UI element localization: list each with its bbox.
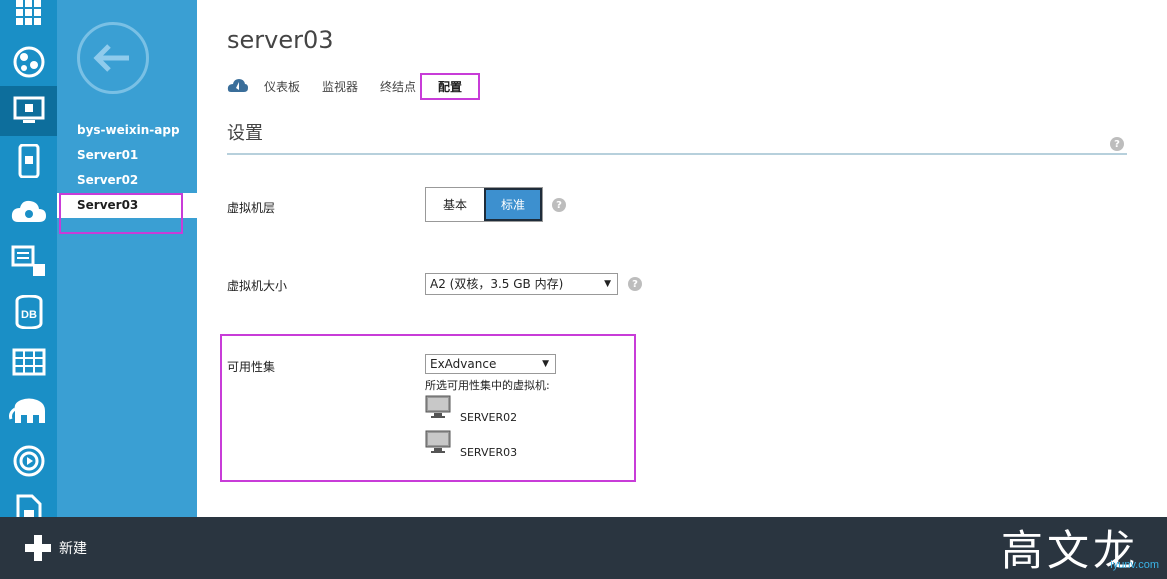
subnav-item-bys-weixin-app[interactable]: bys-weixin-app: [57, 118, 197, 143]
tab-monitor[interactable]: 监视器: [322, 78, 358, 95]
subnav-item-server02[interactable]: Server02: [57, 168, 197, 193]
grid-icon[interactable]: [0, 0, 57, 38]
mobile-services-icon[interactable]: [0, 136, 57, 186]
help-icon[interactable]: ?: [1110, 137, 1124, 151]
cloud-services-icon[interactable]: [0, 186, 57, 236]
vm-list-item: [425, 395, 451, 419]
document-icon[interactable]: [0, 486, 57, 517]
subnav-item-server01[interactable]: Server01: [57, 143, 197, 168]
availability-set-value: ExAdvance: [430, 357, 497, 371]
watermark-url: iyunv.com: [1110, 559, 1159, 571]
cloud-service-icon: [227, 78, 249, 94]
plus-icon: [25, 535, 51, 561]
svg-text:DB: DB: [21, 309, 37, 321]
vm-size-value: A2 (双核，3.5 GB 内存): [430, 277, 564, 291]
web-sites-icon[interactable]: [0, 37, 57, 87]
tier-basic-button[interactable]: 基本: [426, 188, 484, 221]
batch-icon[interactable]: [0, 236, 57, 286]
dropdown-arrow-icon: ▼: [542, 359, 549, 369]
vm-list-item: [425, 430, 451, 454]
left-icon-rail: DB: [0, 0, 57, 517]
sub-navigation: bys-weixin-app Server01 Server02 Server0…: [57, 0, 197, 517]
tier-standard-button[interactable]: 标准: [484, 188, 542, 221]
vm-name: SERVER03: [460, 446, 518, 459]
monitor-icon: [425, 430, 451, 453]
section-title: 设置: [227, 123, 263, 144]
tab-configure[interactable]: 配置: [420, 72, 481, 100]
command-bar: 新建 高文龙 iyunv.com: [0, 517, 1167, 579]
tab-bar: 仪表板 监视器 终结点 配置: [227, 72, 502, 100]
back-button[interactable]: [77, 22, 149, 94]
help-icon[interactable]: ?: [628, 277, 642, 291]
availability-set-select[interactable]: ExAdvance ▼: [425, 354, 556, 374]
back-arrow-icon: [93, 44, 129, 72]
section-divider: [227, 153, 1127, 155]
new-button[interactable]: 新建: [25, 535, 87, 561]
availability-label: 可用性集: [227, 360, 276, 374]
monitor-icon: [425, 395, 451, 418]
tier-label: 虚拟机层: [227, 201, 276, 215]
vm-size-select[interactable]: A2 (双核，3.5 GB 内存) ▼: [425, 273, 618, 295]
storage-icon[interactable]: [0, 337, 57, 387]
size-label: 虚拟机大小: [227, 279, 288, 293]
tab-dashboard[interactable]: 仪表板: [264, 78, 300, 95]
media-services-icon[interactable]: [0, 436, 57, 486]
dropdown-arrow-icon: ▼: [604, 279, 611, 289]
help-icon[interactable]: ?: [552, 198, 566, 212]
vm-name: SERVER02: [460, 411, 518, 424]
vm-list-label: 所选可用性集中的虚拟机:: [425, 379, 550, 392]
subnav-highlight-box: [59, 193, 183, 234]
hdinsight-icon[interactable]: [0, 386, 57, 436]
sql-database-icon[interactable]: DB: [0, 287, 57, 337]
page-title: server03: [227, 26, 334, 54]
tab-endpoints[interactable]: 终结点: [380, 78, 416, 95]
new-button-label: 新建: [59, 541, 87, 557]
tier-toggle: 基本 标准: [425, 187, 543, 222]
virtual-machine-icon[interactable]: [0, 86, 57, 136]
